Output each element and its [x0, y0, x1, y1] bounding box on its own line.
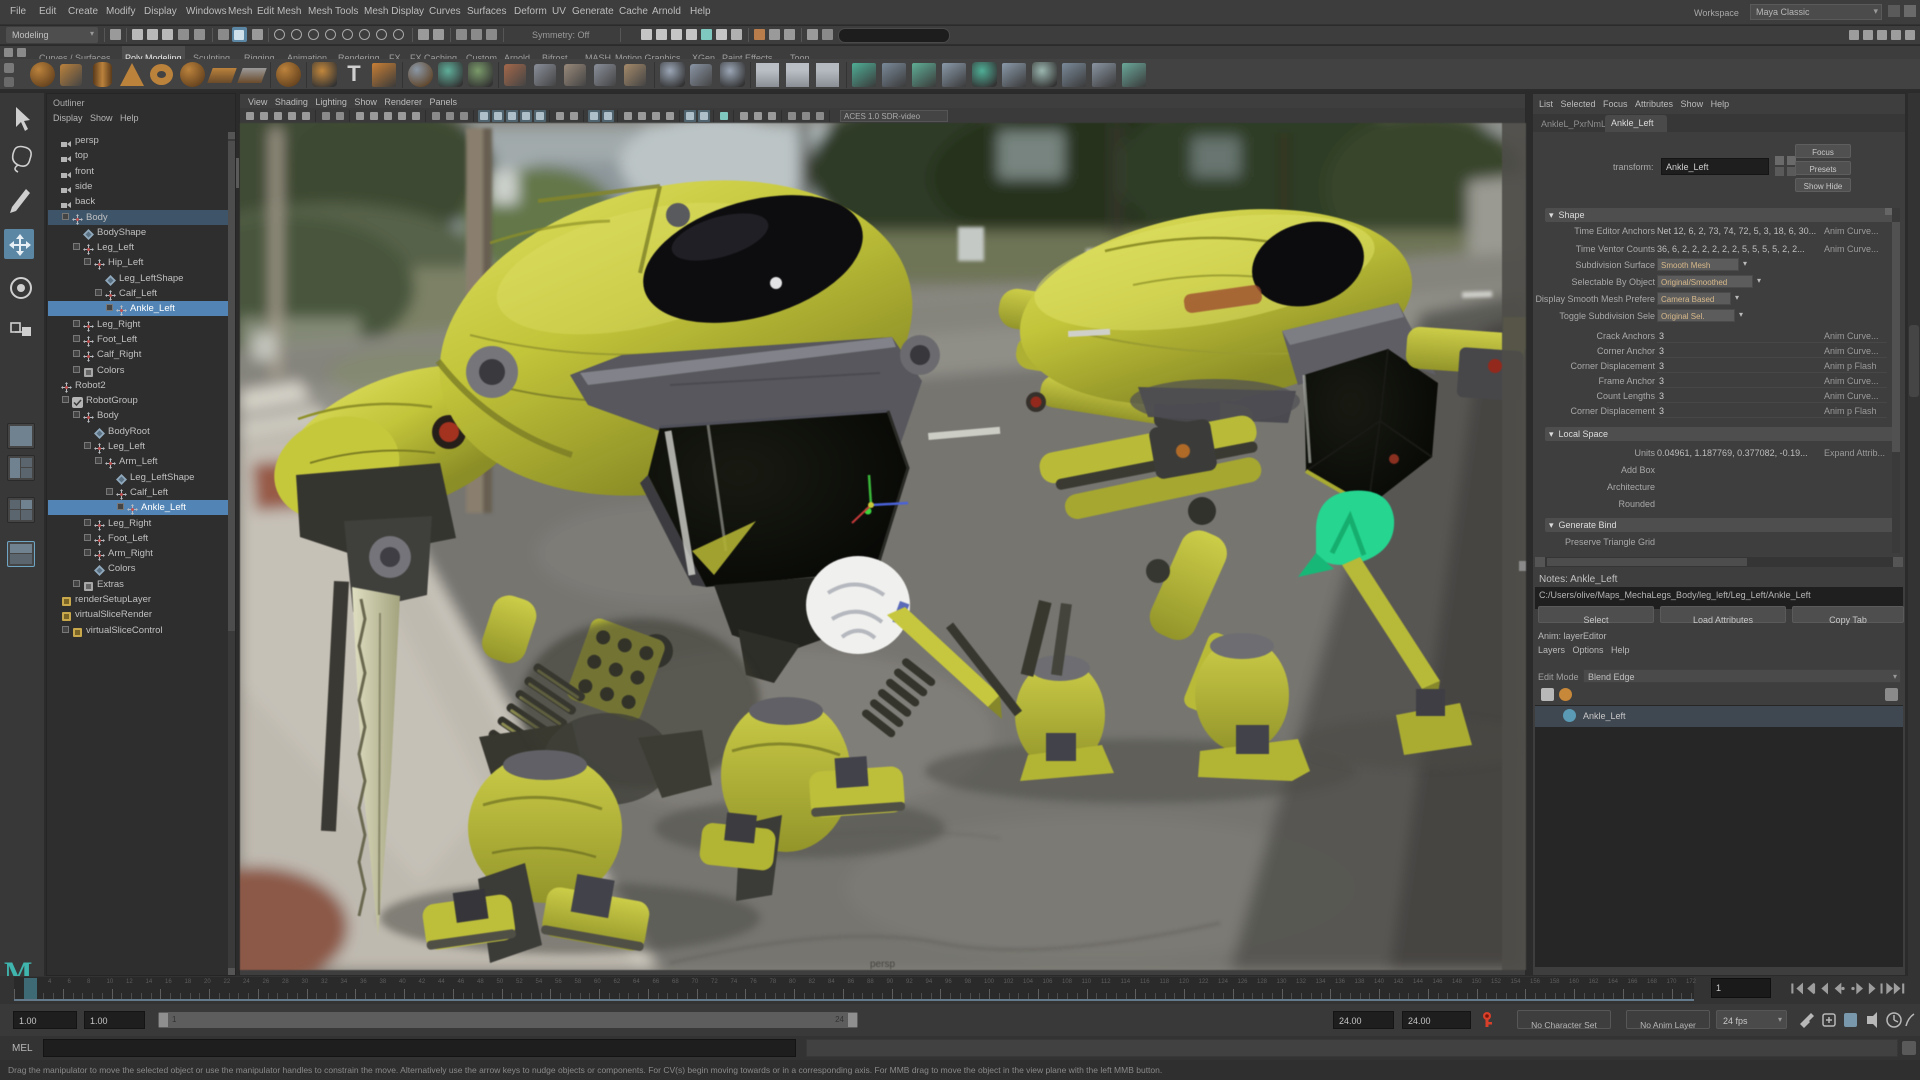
svg-text:persp: persp: [870, 959, 895, 970]
